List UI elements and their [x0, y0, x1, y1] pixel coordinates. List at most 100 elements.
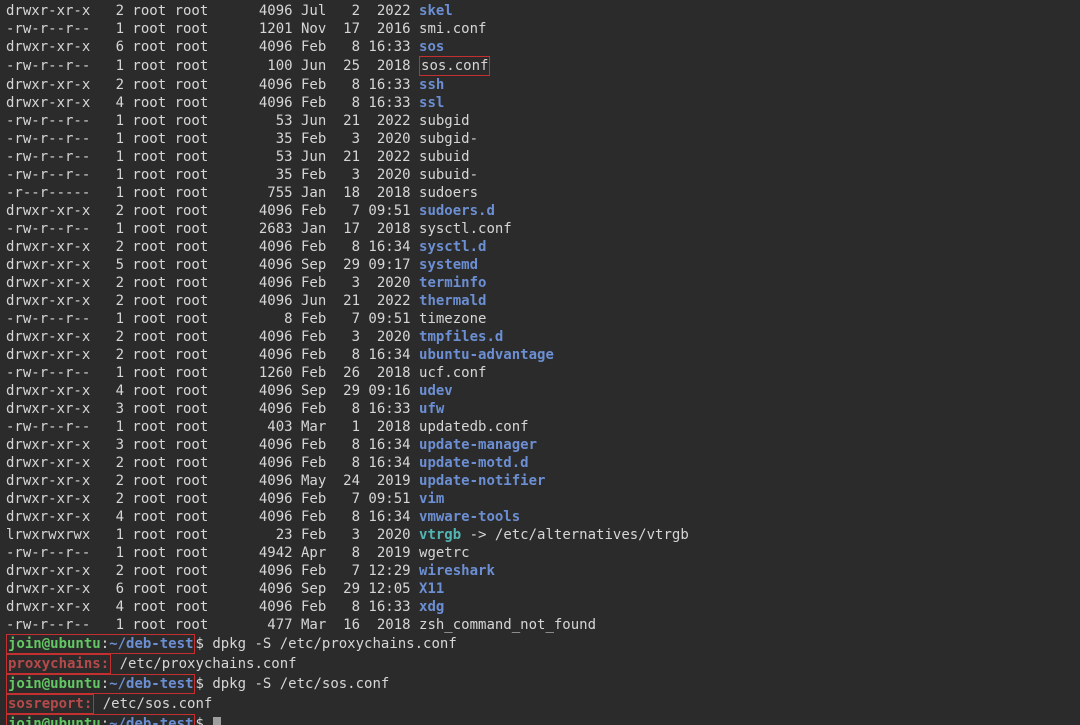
file-name: vtrgb — [419, 527, 461, 543]
prompt-sep: : — [101, 636, 109, 652]
ls-row: drwxr-xr-x 4 root root 4096 Feb 8 16:33 … — [6, 598, 1074, 616]
file-name: terminfo — [419, 275, 486, 291]
ls-row: -rw-r--r-- 1 root root 477 Mar 16 2018 z… — [6, 616, 1074, 634]
ls-row: -rw-r--r-- 1 root root 53 Jun 21 2022 su… — [6, 112, 1074, 130]
ls-row: drwxr-xr-x 4 root root 4096 Feb 8 16:34 … — [6, 508, 1074, 526]
ls-row: -rw-r--r-- 1 root root 1201 Nov 17 2016 … — [6, 20, 1074, 38]
file-name: ssh — [419, 77, 444, 93]
file-name: timezone — [419, 311, 486, 327]
file-name: ubuntu-advantage — [419, 347, 554, 363]
highlight-box: join@ubuntu:~/deb-test — [6, 714, 195, 725]
ls-row: drwxr-xr-x 6 root root 4096 Feb 8 16:33 … — [6, 38, 1074, 56]
highlight-box: join@ubuntu:~/deb-test — [6, 674, 195, 694]
ls-row: drwxr-xr-x 2 root root 4096 Feb 7 12:29 … — [6, 562, 1074, 580]
file-name: X11 — [419, 581, 444, 597]
file-name: vim — [419, 491, 444, 507]
ls-row: drwxr-xr-x 2 root root 4096 Feb 8 16:34 … — [6, 454, 1074, 472]
output-text: /etc/proxychains.conf — [111, 656, 296, 672]
file-name: wireshark — [419, 563, 495, 579]
file-name: wgetrc — [419, 545, 470, 561]
ls-row: -rw-r--r-- 1 root root 35 Feb 3 2020 sub… — [6, 166, 1074, 184]
terminal-output[interactable]: drwxr-xr-x 2 root root 4096 Jul 2 2022 s… — [0, 0, 1080, 725]
ls-row: -rw-r--r-- 1 root root 8 Feb 7 09:51 tim… — [6, 310, 1074, 328]
file-name: ssl — [419, 95, 444, 111]
highlight-box: sosreport: — [6, 694, 94, 714]
ls-row: drwxr-xr-x 2 root root 4096 Feb 8 16:33 … — [6, 76, 1074, 94]
file-name: ucf.conf — [419, 365, 486, 381]
file-name: subuid- — [419, 167, 478, 183]
prompt-user: join@ubuntu — [8, 636, 101, 652]
file-name: xdg — [419, 599, 444, 615]
package-name: proxychains: — [8, 656, 109, 672]
file-name: skel — [419, 3, 453, 19]
file-name: subgid — [419, 113, 470, 129]
output-line: sosreport: /etc/sos.conf — [6, 694, 1074, 714]
file-name: sos.conf — [421, 58, 488, 74]
ls-row: drwxr-xr-x 2 root root 4096 Feb 7 09:51 … — [6, 490, 1074, 508]
prompt-line[interactable]: join@ubuntu:~/deb-test$ — [6, 714, 1074, 725]
file-name: sudoers — [419, 185, 478, 201]
prompt-line[interactable]: join@ubuntu:~/deb-test$ dpkg -S /etc/pro… — [6, 634, 1074, 654]
ls-row: drwxr-xr-x 2 root root 4096 Feb 8 16:34 … — [6, 238, 1074, 256]
ls-row: -rw-r--r-- 1 root root 2683 Jan 17 2018 … — [6, 220, 1074, 238]
prompt-symbol: $ — [195, 676, 212, 692]
ls-row: drwxr-xr-x 2 root root 4096 Jun 21 2022 … — [6, 292, 1074, 310]
ls-row: drwxr-xr-x 2 root root 4096 Jul 2 2022 s… — [6, 2, 1074, 20]
file-name: ufw — [419, 401, 444, 417]
command-text[interactable]: dpkg -S /etc/proxychains.conf — [212, 636, 456, 652]
ls-row: drwxr-xr-x 6 root root 4096 Sep 29 12:05… — [6, 580, 1074, 598]
ls-row: lrwxrwxrwx 1 root root 23 Feb 3 2020 vtr… — [6, 526, 1074, 544]
file-name: sysctl.d — [419, 239, 486, 255]
prompt-symbol: $ — [195, 716, 212, 725]
output-text: /etc/sos.conf — [94, 696, 212, 712]
highlight-box: join@ubuntu:~/deb-test — [6, 634, 195, 654]
file-name: update-notifier — [419, 473, 545, 489]
ls-row: -rw-r--r-- 1 root root 35 Feb 3 2020 sub… — [6, 130, 1074, 148]
command-text[interactable]: dpkg -S /etc/sos.conf — [212, 676, 389, 692]
symlink-arrow: -> — [461, 527, 495, 543]
ls-row: -rw-r--r-- 1 root root 4942 Apr 8 2019 w… — [6, 544, 1074, 562]
file-name: vmware-tools — [419, 509, 520, 525]
cursor[interactable] — [213, 717, 221, 725]
package-name: sosreport: — [8, 696, 92, 712]
ls-row: drwxr-xr-x 4 root root 4096 Sep 29 09:16… — [6, 382, 1074, 400]
ls-row: drwxr-xr-x 3 root root 4096 Feb 8 16:33 … — [6, 400, 1074, 418]
ls-row: -rw-r--r-- 1 root root 100 Jun 25 2018 s… — [6, 56, 1074, 76]
prompt-symbol: $ — [195, 636, 212, 652]
prompt-user: join@ubuntu — [8, 716, 101, 725]
prompt-sep: : — [101, 716, 109, 725]
ls-row: -rw-r--r-- 1 root root 53 Jun 21 2022 su… — [6, 148, 1074, 166]
file-name: subgid- — [419, 131, 478, 147]
symlink-target: /etc/alternatives/vtrgb — [495, 527, 689, 543]
file-name: systemd — [419, 257, 478, 273]
ls-row: drwxr-xr-x 2 root root 4096 Feb 7 09:51 … — [6, 202, 1074, 220]
prompt-cwd: ~/deb-test — [109, 716, 193, 725]
prompt-cwd: ~/deb-test — [109, 636, 193, 652]
prompt-cwd: ~/deb-test — [109, 676, 193, 692]
output-line: proxychains: /etc/proxychains.conf — [6, 654, 1074, 674]
ls-row: drwxr-xr-x 5 root root 4096 Sep 29 09:17… — [6, 256, 1074, 274]
prompt-user: join@ubuntu — [8, 676, 101, 692]
file-name: udev — [419, 383, 453, 399]
file-name: update-manager — [419, 437, 537, 453]
ls-row: -rw-r--r-- 1 root root 403 Mar 1 2018 up… — [6, 418, 1074, 436]
highlight-box: proxychains: — [6, 654, 111, 674]
file-name: sos — [419, 39, 444, 55]
ls-row: drwxr-xr-x 2 root root 4096 Feb 3 2020 t… — [6, 328, 1074, 346]
ls-row: drwxr-xr-x 2 root root 4096 May 24 2019 … — [6, 472, 1074, 490]
file-name: updatedb.conf — [419, 419, 529, 435]
prompt-sep: : — [101, 676, 109, 692]
ls-row: -rw-r--r-- 1 root root 1260 Feb 26 2018 … — [6, 364, 1074, 382]
ls-row: drwxr-xr-x 2 root root 4096 Feb 3 2020 t… — [6, 274, 1074, 292]
file-name: smi.conf — [419, 21, 486, 37]
ls-row: drwxr-xr-x 4 root root 4096 Feb 8 16:33 … — [6, 94, 1074, 112]
file-name: tmpfiles.d — [419, 329, 503, 345]
highlight-box: sos.conf — [419, 56, 490, 76]
file-name: thermald — [419, 293, 486, 309]
file-name: sudoers.d — [419, 203, 495, 219]
ls-row: drwxr-xr-x 2 root root 4096 Feb 8 16:34 … — [6, 346, 1074, 364]
prompt-line[interactable]: join@ubuntu:~/deb-test$ dpkg -S /etc/sos… — [6, 674, 1074, 694]
ls-row: -r--r----- 1 root root 755 Jan 18 2018 s… — [6, 184, 1074, 202]
file-name: update-motd.d — [419, 455, 529, 471]
file-name: subuid — [419, 149, 470, 165]
